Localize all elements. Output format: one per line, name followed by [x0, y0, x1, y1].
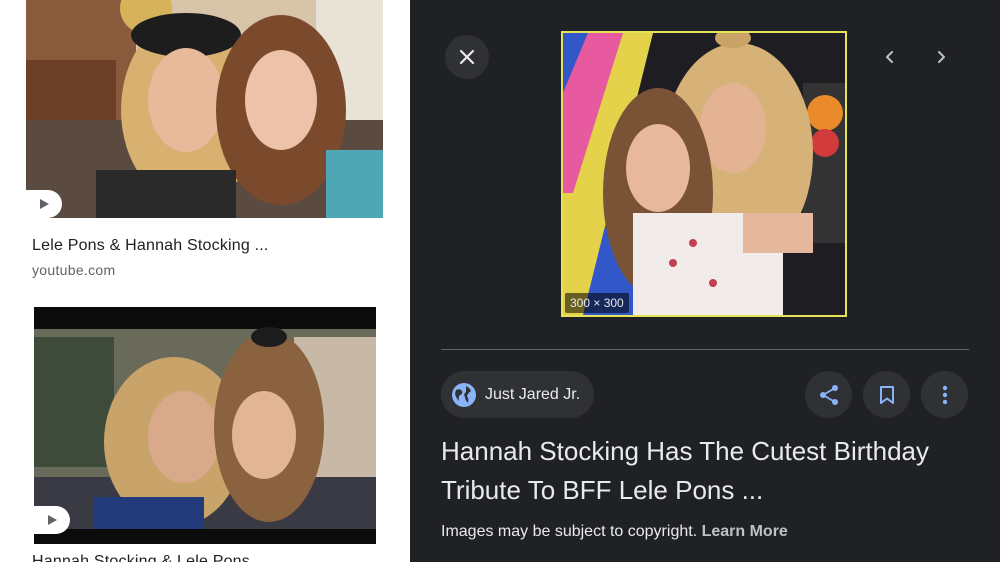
more-options-button[interactable]: [921, 371, 968, 418]
image-title[interactable]: Hannah Stocking Has The Cutest Birthday …: [441, 432, 961, 510]
play-badge: [26, 190, 62, 218]
results-column: Lele Pons & Hannah Stocking ... youtube.…: [0, 0, 410, 562]
next-button[interactable]: [919, 35, 963, 79]
more-vert-icon: [942, 385, 947, 404]
result-photo: [26, 0, 383, 218]
share-button[interactable]: [805, 371, 852, 418]
play-icon: [40, 199, 49, 209]
chevron-left-icon: [886, 51, 893, 63]
close-button[interactable]: [445, 35, 489, 79]
result-photo: [34, 307, 376, 544]
result-caption[interactable]: Hannah Stocking & Lele Pons ...: [32, 553, 269, 562]
source-chip[interactable]: Just Jared Jr.: [441, 371, 595, 418]
result-thumbnail[interactable]: [34, 307, 376, 544]
divider: [441, 349, 969, 350]
play-icon: [48, 515, 57, 525]
copyright-text: Images may be subject to copyright.: [441, 523, 698, 540]
learn-more-link[interactable]: Learn More: [702, 523, 788, 540]
share-icon: [819, 384, 838, 405]
result-thumbnail[interactable]: [26, 0, 383, 218]
source-name: Just Jared Jr.: [485, 385, 581, 403]
image-dimensions: 300 × 300: [565, 293, 629, 313]
close-icon: [459, 49, 475, 65]
result-domain: youtube.com: [32, 262, 116, 278]
bookmark-icon: [879, 385, 894, 404]
image-viewer-panel: 300 × 300 Just Jared Jr. Hannah Stocking…: [410, 0, 1000, 562]
preview-photo: [563, 33, 845, 315]
previous-button[interactable]: [868, 35, 912, 79]
copyright-notice: Images may be subject to copyright. Lear…: [441, 523, 788, 541]
result-caption[interactable]: Lele Pons & Hannah Stocking ...: [32, 237, 269, 255]
preview-image[interactable]: 300 × 300: [561, 31, 847, 317]
save-button[interactable]: [863, 371, 910, 418]
chevron-right-icon: [938, 51, 945, 63]
play-badge: [34, 506, 70, 534]
globe-icon: [452, 382, 476, 407]
